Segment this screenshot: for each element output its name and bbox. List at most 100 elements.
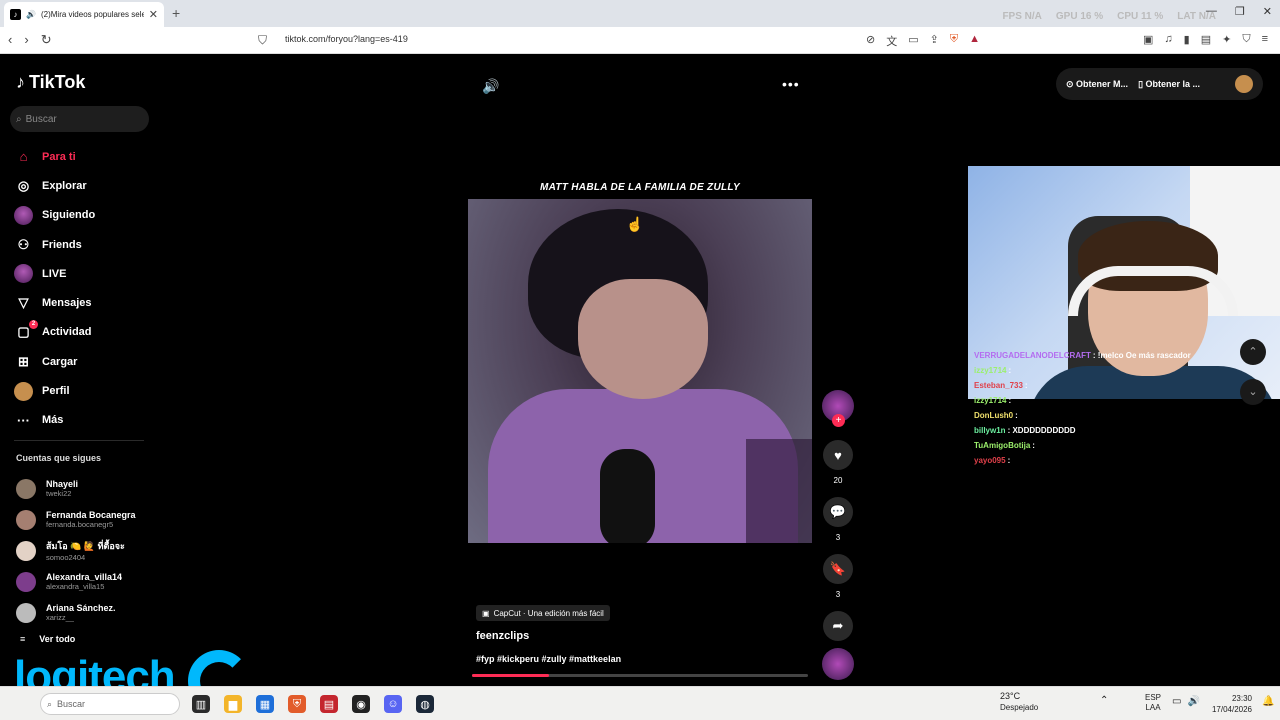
reload-icon[interactable]: ↻ (41, 32, 52, 48)
following-item[interactable]: Ariana Sánchez. xarizz__ (16, 597, 156, 628)
brave-icon[interactable]: ⛨ (288, 695, 306, 713)
get-desktop-button[interactable]: ▯ Obtener la ... (1138, 79, 1200, 90)
following-item[interactable]: Nhayeli tweki22 (16, 473, 156, 504)
nav-item-explorar[interactable]: ◎ Explorar (14, 171, 154, 200)
comment-icon[interactable]: 💬 (823, 497, 853, 527)
volume-icon[interactable]: 🔊 (1187, 696, 1199, 707)
nav-item-friends[interactable]: ⚇ Friends (14, 230, 154, 259)
like-action[interactable]: ♥ 20 (820, 440, 856, 485)
music-icon[interactable]: ♫ (1164, 33, 1172, 46)
windows-taskbar: ⌕ Buscar ▥ ▆ ▦ ⛨ ▤ ◉ ☺ ◍ 23°C Despejado … (0, 686, 1280, 720)
taskbar-search[interactable]: ⌕ Buscar (40, 693, 180, 715)
minimize-button[interactable]: — (1206, 5, 1217, 18)
rewards-icon[interactable]: ▲ (969, 33, 980, 49)
nav-item-perfil[interactable]: Perfil (14, 376, 154, 405)
video-frame-mic (600, 449, 655, 543)
avatar (16, 540, 36, 561)
tiktok-logo[interactable]: ♪ TikTok (16, 72, 85, 93)
comment-action[interactable]: 💬 3 (820, 497, 856, 542)
app-icon[interactable]: ▤ (320, 695, 338, 713)
close-tab-icon[interactable]: ✕ (149, 8, 158, 21)
language-indicator[interactable]: ESP LAA (1145, 693, 1161, 713)
url-field[interactable]: tiktok.com/foryou?lang=es-419 (285, 34, 408, 44)
follow-plus-icon[interactable]: + (832, 414, 845, 427)
clock[interactable]: 23:30 17/04/2026 (1210, 693, 1252, 715)
cast-icon[interactable]: ▭ (908, 33, 918, 49)
divider (14, 440, 144, 441)
tray-icons: ⌃ (1100, 695, 1108, 706)
hand-cursor-icon: ☝ (626, 216, 644, 232)
chat-text: : (1008, 396, 1012, 405)
close-window-button[interactable]: ✕ (1263, 5, 1272, 18)
brave-shield-icon[interactable]: ⛨ (950, 33, 958, 49)
avatar (16, 478, 36, 499)
heart-icon[interactable]: ♥ (823, 440, 853, 470)
nav-item-siguiendo[interactable]: Siguiendo (14, 201, 154, 230)
music-disc-avatar[interactable] (822, 648, 854, 680)
nav-item-cargar[interactable]: ⊞ Cargar (14, 347, 154, 376)
nav-item-para-ti[interactable]: ⌂ Para ti (14, 142, 154, 171)
no-tracking-icon[interactable]: ⊘ (866, 33, 875, 49)
weather-widget[interactable]: 23°C Despejado (1000, 691, 1038, 713)
chat-message: yayo095 : (974, 453, 1214, 468)
chevron-up-icon[interactable]: ⌃ (1100, 695, 1108, 706)
nav-label: Más (42, 414, 64, 427)
wallet-icon[interactable]: ▤ (1201, 33, 1211, 46)
video-hashtags[interactable]: #fyp #kickperu #zully #mattkeelan (476, 654, 621, 664)
clock-time: 23:30 (1231, 694, 1252, 703)
forward-icon[interactable]: › (24, 32, 28, 48)
search-icon: ⌕ (16, 113, 22, 125)
nav-item-actividad[interactable]: ▢ 2 Actividad (14, 318, 154, 347)
video-progress-bar[interactable] (472, 674, 808, 677)
chat-username: izzy1714 (974, 366, 1007, 375)
save-action[interactable]: 🔖 3 (820, 554, 856, 599)
search-placeholder: Buscar (25, 113, 57, 125)
share-arrow-icon[interactable]: ➦ (823, 611, 853, 641)
creator-avatar[interactable]: + (822, 390, 854, 427)
sidebar-icon[interactable]: ▣ (1143, 33, 1153, 46)
nav-item-mensajes[interactable]: ▽ Mensajes (14, 288, 154, 317)
nav-item-live[interactable]: LIVE (14, 259, 154, 288)
browser-tab[interactable]: ♪ 🔊 (2)Mira videos populares selec ✕ (4, 2, 164, 27)
bookmark-icon[interactable]: ⛉ (258, 33, 267, 48)
cpu-stat: CPU 11 % (1117, 11, 1164, 22)
volume-icon[interactable]: 🔊 (482, 78, 499, 95)
shield-icon[interactable]: ⛉ (1242, 33, 1250, 46)
steam-icon[interactable]: ◍ (416, 695, 434, 713)
following-item[interactable]: Alexandra_villa14 alexandra_villa15 (16, 566, 156, 597)
following-item[interactable]: ส้มโอ 🍋 🙋 ที่ตื้อจะ somoo2404 (16, 535, 156, 566)
task-view-icon[interactable]: ▥ (192, 695, 210, 713)
notification-bell-icon[interactable]: 🔔 (1262, 696, 1274, 707)
search-input[interactable]: ⌕ Buscar (10, 106, 149, 132)
bookmark-icon[interactable]: 🔖 (823, 554, 853, 584)
maximize-button[interactable]: ❐ (1235, 5, 1245, 18)
next-video-button[interactable]: ⌄ (1240, 379, 1266, 405)
menu-icon[interactable]: ≡ (1262, 33, 1268, 46)
new-tab-button[interactable]: + (172, 5, 180, 21)
chat-text: : (1015, 411, 1018, 420)
store-icon[interactable]: ▦ (256, 695, 274, 713)
share-icon[interactable]: ⇪ (930, 33, 939, 49)
following-item[interactable]: Fernanda Bocanegra fernanda.bocanegr5 (16, 504, 156, 535)
user-avatar[interactable] (1235, 75, 1253, 93)
translate-icon[interactable]: ⽂ (886, 33, 897, 49)
video-player[interactable] (468, 199, 812, 543)
back-icon[interactable]: ‹ (8, 32, 12, 48)
discord-icon[interactable]: ☺ (384, 695, 402, 713)
ai-icon[interactable]: ✦ (1222, 33, 1231, 46)
capcut-badge[interactable]: ▣ CapCut · Una edición más fácil (476, 605, 610, 621)
capcut-label: CapCut · Una edición más fácil (493, 608, 604, 618)
see-all-button[interactable]: ≡ Ver todo (20, 634, 75, 644)
video-author[interactable]: feenzclips (476, 630, 529, 642)
compass-icon: ◎ (17, 177, 30, 193)
previous-video-button[interactable]: ⌃ (1240, 339, 1266, 365)
get-app-button[interactable]: ⊙ Obtener M... (1066, 79, 1128, 90)
reader-icon[interactable]: ▮ (1184, 33, 1190, 46)
more-options-icon[interactable]: ••• (782, 76, 800, 92)
file-explorer-icon[interactable]: ▆ (224, 695, 242, 713)
obs-icon[interactable]: ◉ (352, 695, 370, 713)
network-icon[interactable]: ▭ (1172, 696, 1181, 707)
save-count: 3 (835, 590, 841, 599)
nav-item-mas[interactable]: ··· Más (14, 406, 154, 435)
tiktok-icon: ♪ (10, 9, 21, 20)
